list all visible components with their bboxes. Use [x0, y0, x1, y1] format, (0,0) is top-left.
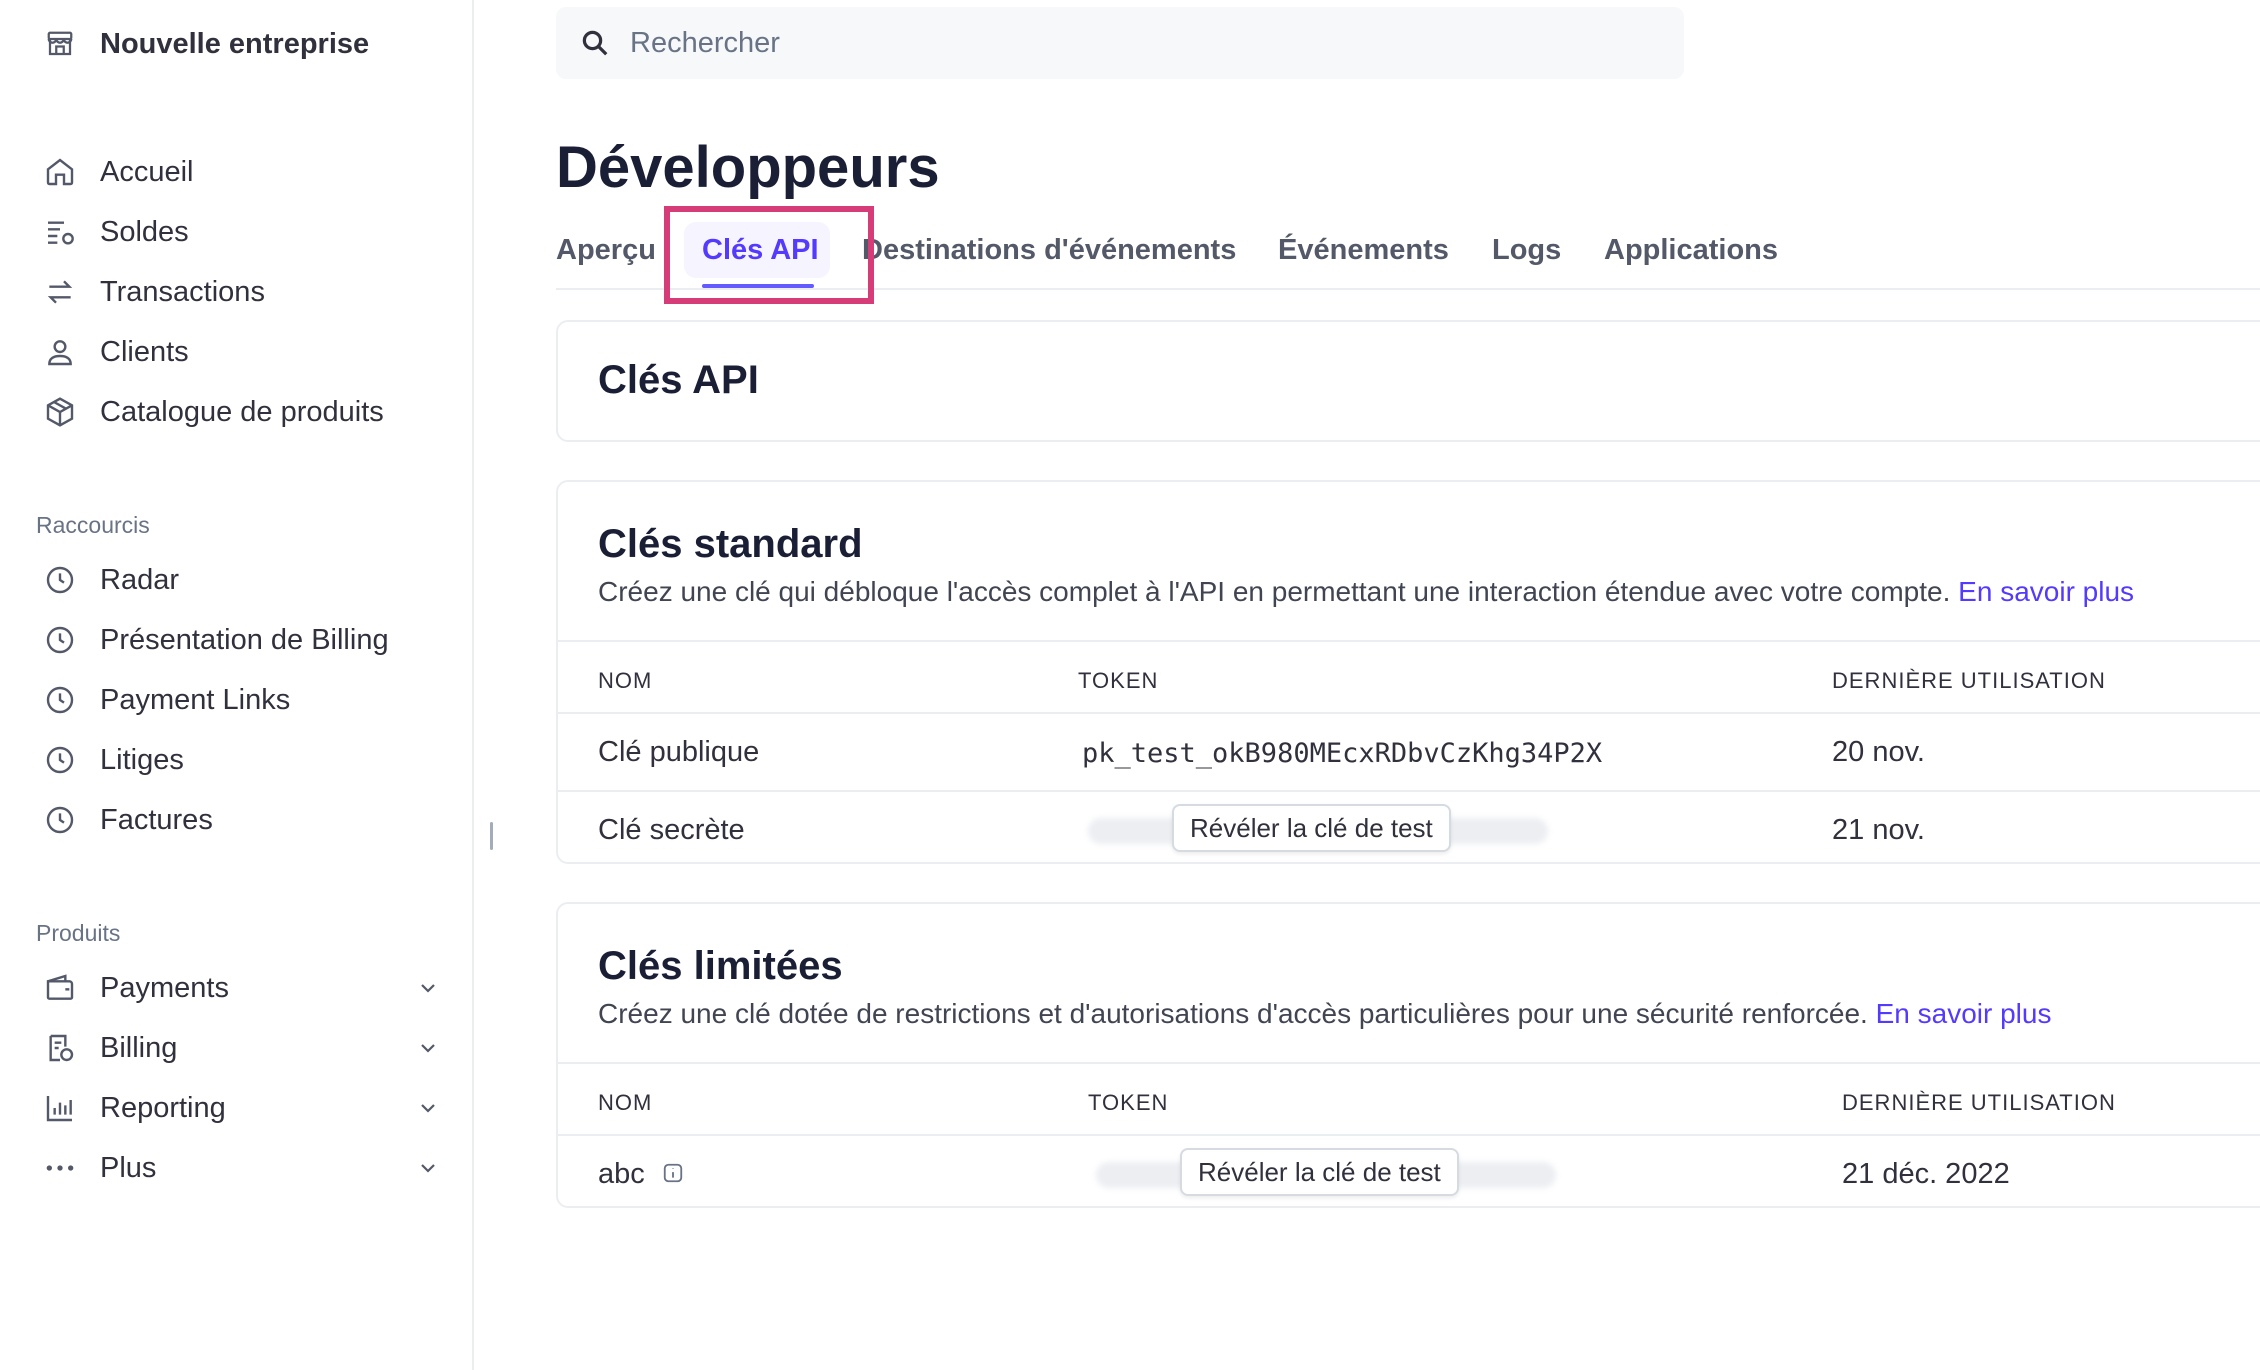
tab-destinations[interactable]: Destinations d'événements — [862, 234, 1236, 267]
section-label-produits: Produits — [36, 920, 121, 946]
last-used-date: 21 déc. 2022 — [1842, 1158, 2010, 1190]
section-label-raccourcis: Raccourcis — [36, 512, 150, 538]
sidebar-item-catalogue[interactable]: Catalogue de produits — [40, 388, 440, 436]
learn-more-link[interactable]: En savoir plus — [1958, 576, 2134, 607]
column-header-last-used: DERNIÈRE UTILISATION — [1842, 1090, 2116, 1115]
sidebar-item-label: Litiges — [100, 743, 184, 776]
more-dots-icon — [40, 1148, 80, 1188]
search-bar[interactable] — [556, 7, 1684, 79]
search-icon — [582, 30, 608, 56]
section-title: Clés standard — [598, 522, 863, 566]
account-switcher[interactable]: Nouvelle entreprise — [40, 24, 369, 64]
sidebar-item-billing-overview[interactable]: Présentation de Billing — [40, 616, 440, 664]
divider — [558, 1134, 2260, 1136]
tab-applications[interactable]: Applications — [1604, 234, 1778, 267]
description-text: Créez une clé dotée de restrictions et d… — [598, 998, 1868, 1029]
sidebar-item-soldes[interactable]: Soldes — [40, 208, 440, 256]
sidebar-item-label: Billing — [100, 1031, 178, 1064]
restricted-keys-card: Clés limitées Créez une clé dotée de res… — [556, 902, 2260, 1208]
sidebar-item-label: Clients — [100, 335, 189, 368]
sidebar-item-accueil[interactable]: Accueil — [40, 148, 440, 196]
person-icon — [40, 332, 80, 372]
box-icon — [40, 392, 80, 432]
last-used-date: 21 nov. — [1832, 814, 1925, 846]
chevron-down-icon[interactable] — [416, 1036, 440, 1060]
sidebar-item-payment-links[interactable]: Payment Links — [40, 676, 440, 724]
page-title: Développeurs — [556, 135, 940, 200]
sidebar-item-label: Catalogue de produits — [100, 395, 384, 428]
description-text: Créez une clé qui débloque l'accès compl… — [598, 576, 1951, 607]
section-title: Clés limitées — [598, 944, 843, 988]
last-used-date: 20 nov. — [1832, 736, 1925, 768]
clock-icon — [40, 740, 80, 780]
publishable-key-token[interactable]: pk_test_okB980MEcxRDbvCzKhg34P2X — [1082, 738, 1602, 769]
clock-icon — [40, 620, 80, 660]
sidebar-item-label: Transactions — [100, 275, 265, 308]
column-header-token: TOKEN — [1088, 1090, 1169, 1115]
sidebar-item-factures[interactable]: Factures — [40, 796, 440, 844]
api-keys-header-card: Clés API — [556, 320, 2260, 442]
sidebar-item-transactions[interactable]: Transactions — [40, 268, 440, 316]
divider — [558, 640, 2260, 642]
sidebar-item-label: Factures — [100, 803, 213, 836]
sidebar-item-label: Payment Links — [100, 683, 291, 716]
tab-highlight-annotation — [664, 206, 874, 304]
invoice-icon — [40, 1028, 80, 1068]
home-icon — [40, 152, 80, 192]
key-name: Clé publique — [598, 736, 760, 768]
clock-icon — [40, 680, 80, 720]
clock-icon — [40, 800, 80, 840]
sidebar-item-payments[interactable]: Payments — [40, 964, 440, 1012]
sidebar-item-litiges[interactable]: Litiges — [40, 736, 440, 784]
sidebar-item-label: Plus — [100, 1151, 157, 1184]
column-header-name: NOM — [598, 1090, 653, 1115]
sidebar-resize-handle[interactable] — [490, 822, 493, 850]
info-icon[interactable] — [662, 1162, 684, 1184]
sidebar-item-radar[interactable]: Radar — [40, 556, 440, 604]
card-title: Clés API — [598, 358, 759, 402]
reveal-test-key-button[interactable]: Révéler la clé de test — [1172, 804, 1451, 852]
reveal-test-key-button[interactable]: Révéler la clé de test — [1180, 1148, 1459, 1196]
search-input[interactable] — [628, 25, 1632, 61]
tab-logs[interactable]: Logs — [1492, 234, 1561, 267]
chevron-down-icon[interactable] — [416, 1096, 440, 1120]
divider — [558, 790, 2260, 792]
sidebar-item-label: Radar — [100, 563, 179, 596]
sidebar-item-label: Reporting — [100, 1091, 226, 1124]
sidebar-item-billing[interactable]: Billing — [40, 1024, 440, 1072]
section-description: Créez une clé qui débloque l'accès compl… — [598, 576, 2134, 608]
account-name: Nouvelle entreprise — [100, 27, 370, 60]
sidebar-item-reporting[interactable]: Reporting — [40, 1084, 440, 1132]
learn-more-link[interactable]: En savoir plus — [1876, 998, 2052, 1029]
tab-evenements[interactable]: Événements — [1278, 234, 1449, 267]
chevron-down-icon[interactable] — [416, 1156, 440, 1180]
sidebar-item-label: Présentation de Billing — [100, 623, 389, 656]
balance-icon — [40, 212, 80, 252]
section-description: Créez une clé dotée de restrictions et d… — [598, 998, 2051, 1030]
clock-icon — [40, 560, 80, 600]
wallet-icon — [40, 968, 80, 1008]
column-header-last-used: DERNIÈRE UTILISATION — [1832, 668, 2106, 693]
arrows-icon — [40, 272, 80, 312]
key-name: Clé secrète — [598, 814, 745, 846]
column-header-token: TOKEN — [1078, 668, 1159, 693]
divider — [558, 712, 2260, 714]
tab-apercu[interactable]: Aperçu — [556, 234, 656, 267]
column-header-name: NOM — [598, 668, 653, 693]
bar-chart-icon — [40, 1088, 80, 1128]
sidebar-item-label: Accueil — [100, 155, 194, 188]
sidebar-item-label: Soldes — [100, 215, 189, 248]
sidebar-item-plus[interactable]: Plus — [40, 1144, 440, 1192]
sidebar: Nouvelle entreprise Accueil Soldes Trans… — [0, 0, 474, 1370]
store-icon — [40, 24, 80, 64]
divider — [558, 1062, 2260, 1064]
sidebar-item-clients[interactable]: Clients — [40, 328, 440, 376]
sidebar-item-label: Payments — [100, 971, 229, 1004]
key-name: abc — [598, 1158, 645, 1190]
standard-keys-card: Clés standard Créez une clé qui débloque… — [556, 480, 2260, 864]
chevron-down-icon[interactable] — [416, 976, 440, 1000]
